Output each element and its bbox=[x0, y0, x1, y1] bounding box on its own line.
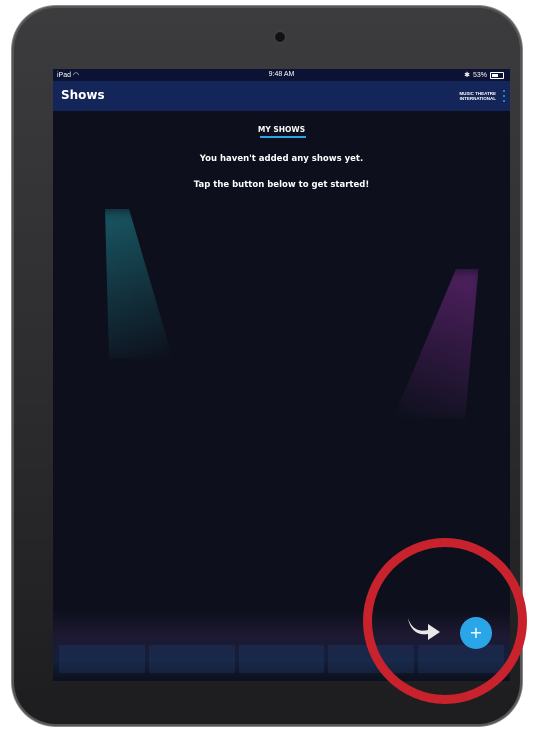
tab-underline bbox=[260, 136, 306, 138]
empty-state-title: You haven't added any shows yet. bbox=[199, 154, 364, 164]
floor-block bbox=[238, 645, 325, 673]
page-title: Shows bbox=[61, 88, 105, 102]
highlight-circle bbox=[363, 538, 527, 704]
battery-percent: 53% bbox=[472, 71, 487, 79]
bluetooth-icon: ✱ bbox=[464, 72, 470, 79]
floor-block bbox=[148, 645, 235, 673]
status-bar: iPad ◠ 9:48 AM ✱ 53% bbox=[53, 69, 510, 81]
battery-icon bbox=[490, 71, 504, 79]
more-vertical-icon[interactable] bbox=[502, 90, 506, 102]
purple-spotlight bbox=[393, 269, 479, 419]
teal-spotlight bbox=[105, 209, 173, 359]
floor-block bbox=[59, 645, 145, 673]
status-right: ✱ 53% bbox=[464, 71, 504, 79]
brand-logo: MUSIC THEATRE INTERNATIONAL bbox=[459, 91, 496, 101]
nav-bar: Shows MUSIC THEATRE INTERNATIONAL bbox=[53, 81, 510, 111]
status-time: 9:48 AM bbox=[268, 71, 295, 78]
empty-state-subtitle: Tap the button below to get started! bbox=[193, 180, 370, 190]
brand-line-2: INTERNATIONAL bbox=[459, 96, 496, 101]
tab-my-shows[interactable]: MY SHOWS bbox=[53, 125, 510, 134]
front-camera bbox=[275, 32, 285, 42]
